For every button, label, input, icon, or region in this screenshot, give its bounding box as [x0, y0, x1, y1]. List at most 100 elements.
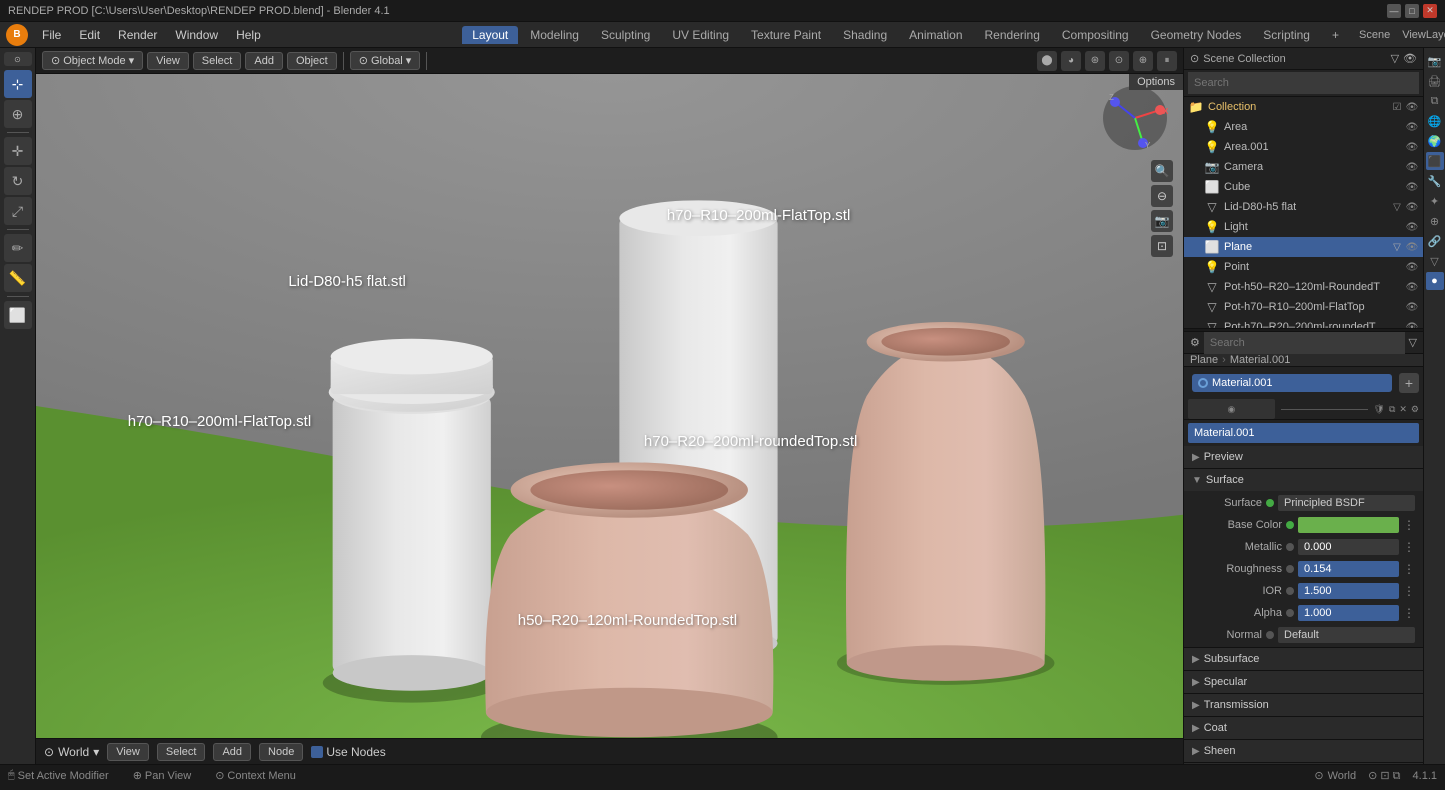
- pot-h50-eye[interactable]: 👁: [1405, 280, 1419, 294]
- viewport-object-btn[interactable]: Object: [287, 52, 337, 70]
- metallic-value[interactable]: 0.000: [1298, 539, 1399, 555]
- footer-node-btn[interactable]: Node: [259, 743, 303, 761]
- tab-compositing[interactable]: Compositing: [1052, 26, 1139, 44]
- tab-animation[interactable]: Animation: [899, 26, 972, 44]
- section-sheen-header[interactable]: ▶ Sheen: [1184, 740, 1423, 762]
- alpha-menu[interactable]: ⋮: [1403, 606, 1415, 620]
- menu-help[interactable]: Help: [228, 26, 269, 44]
- footer-view-btn[interactable]: View: [107, 743, 149, 761]
- prop-world-icon[interactable]: 🌍: [1426, 132, 1444, 150]
- measure-tool[interactable]: 📏: [4, 264, 32, 292]
- base-color-menu[interactable]: ⋮: [1403, 518, 1415, 532]
- section-coat-header[interactable]: ▶ Coat: [1184, 717, 1423, 739]
- section-surface-header[interactable]: ▼ Surface: [1184, 469, 1423, 491]
- prop-scene-icon[interactable]: 🌐: [1426, 112, 1444, 130]
- menu-edit[interactable]: Edit: [71, 26, 108, 44]
- viewport-mode-select[interactable]: ⊙ Object Mode ▾: [42, 51, 143, 70]
- minimize-button[interactable]: —: [1387, 4, 1401, 18]
- node-preview[interactable]: ◉: [1188, 399, 1275, 419]
- prop-data-icon[interactable]: ▽: [1426, 252, 1444, 270]
- prop-output-icon[interactable]: 🖨: [1426, 72, 1444, 90]
- alpha-value[interactable]: 1.000: [1298, 605, 1399, 621]
- zoom-out-btn[interactable]: ⊖: [1151, 185, 1173, 207]
- use-nodes-toggle[interactable]: Use Nodes: [311, 745, 385, 759]
- tab-uv-editing[interactable]: UV Editing: [662, 26, 739, 44]
- prop-physics-icon[interactable]: ⊕: [1426, 212, 1444, 230]
- menu-render[interactable]: Render: [110, 26, 165, 44]
- rotate-tool[interactable]: ↻: [4, 167, 32, 195]
- light-eye[interactable]: 👁: [1405, 220, 1419, 234]
- menu-window[interactable]: Window: [167, 26, 226, 44]
- vis-checkbox[interactable]: ☑: [1390, 100, 1404, 114]
- viewport-add-btn[interactable]: Add: [245, 52, 283, 70]
- properties-search-input[interactable]: [1204, 332, 1405, 354]
- outliner-item-area[interactable]: 💡 Area 👁: [1184, 117, 1423, 137]
- section-subsurface-header[interactable]: ▶ Subsurface: [1184, 648, 1423, 670]
- outliner-visibility-icon[interactable]: 👁: [1403, 52, 1417, 65]
- tab-layout[interactable]: Layout: [462, 26, 518, 44]
- lid-eye[interactable]: 👁: [1405, 200, 1419, 214]
- close-button[interactable]: ✕: [1423, 4, 1437, 18]
- tab-add[interactable]: +: [1322, 26, 1349, 44]
- outliner-item-pot-h50[interactable]: ▽ Pot-h50–R20–120ml-RoundedT 👁: [1184, 277, 1423, 297]
- cursor-tool[interactable]: ⊕: [4, 100, 32, 128]
- tab-geometry-nodes[interactable]: Geometry Nodes: [1141, 26, 1252, 44]
- node-copy-icon[interactable]: ⧉: [1389, 404, 1395, 415]
- tab-shading[interactable]: Shading: [833, 26, 897, 44]
- zoom-in-btn[interactable]: 🔍: [1151, 160, 1173, 182]
- prop-render-icon[interactable]: 📷: [1426, 52, 1444, 70]
- plane-eye[interactable]: 👁: [1405, 240, 1419, 254]
- cube-eye[interactable]: 👁: [1405, 180, 1419, 194]
- viewport-overlay[interactable]: ⊙: [1109, 51, 1129, 71]
- prop-modifier-icon[interactable]: 🔧: [1426, 172, 1444, 190]
- tab-modeling[interactable]: Modeling: [520, 26, 589, 44]
- outliner-item-point[interactable]: 💡 Point 👁: [1184, 257, 1423, 277]
- area-eye[interactable]: 👁: [1405, 120, 1419, 134]
- pot-h70-r20-eye[interactable]: 👁: [1405, 320, 1419, 328]
- node-shield-icon[interactable]: 🛡: [1374, 404, 1385, 415]
- viewport-select-btn[interactable]: Select: [193, 52, 242, 70]
- ior-value[interactable]: 1.500: [1298, 583, 1399, 599]
- viewport-world-select[interactable]: ⊙ World ▾: [44, 745, 99, 759]
- prop-object-icon[interactable]: ⬛: [1426, 152, 1444, 170]
- area001-eye[interactable]: 👁: [1405, 140, 1419, 154]
- prop-material-icon[interactable]: ●: [1426, 272, 1444, 290]
- node-close-icon[interactable]: ✕: [1399, 404, 1407, 415]
- outliner-item-camera[interactable]: 📷 Camera 👁: [1184, 157, 1423, 177]
- viewport-view-btn[interactable]: View: [147, 52, 189, 70]
- viewport-gizmo-toggle[interactable]: ⊕: [1133, 51, 1153, 71]
- lid-filter[interactable]: ▽: [1390, 200, 1404, 214]
- viewport-options-button[interactable]: Options: [1129, 74, 1183, 90]
- metallic-menu[interactable]: ⋮: [1403, 540, 1415, 554]
- camera-view-btn[interactable]: 📷: [1151, 210, 1173, 232]
- viewport-transform-select[interactable]: ⊙ Global ▾: [350, 51, 421, 70]
- pot-h70-r10-eye[interactable]: 👁: [1405, 300, 1419, 314]
- annotate-tool[interactable]: ✏: [4, 234, 32, 262]
- viewport-shading-solid[interactable]: ⬤: [1037, 51, 1057, 71]
- tab-sculpting[interactable]: Sculpting: [591, 26, 660, 44]
- section-transmission-header[interactable]: ▶ Transmission: [1184, 694, 1423, 716]
- point-eye[interactable]: 👁: [1405, 260, 1419, 274]
- outliner-item-collection[interactable]: 📁 Collection ☑ 👁: [1184, 97, 1423, 117]
- normal-value[interactable]: Default: [1278, 627, 1415, 643]
- camera-eye[interactable]: 👁: [1405, 160, 1419, 174]
- roughness-value[interactable]: 0.154: [1298, 561, 1399, 577]
- material-slot[interactable]: Material.001: [1192, 374, 1392, 392]
- viewport[interactable]: ⊙ Object Mode ▾ View Select Add Object ⊙…: [36, 48, 1183, 764]
- section-specular-header[interactable]: ▶ Specular: [1184, 671, 1423, 693]
- vis-eye[interactable]: 👁: [1405, 100, 1419, 114]
- material-name-input[interactable]: [1188, 423, 1419, 443]
- outliner-item-area001[interactable]: 💡 Area.001 👁: [1184, 137, 1423, 157]
- scale-tool[interactable]: ⤢: [4, 197, 32, 225]
- maximize-button[interactable]: □: [1405, 4, 1419, 18]
- section-preview-header[interactable]: ▶ Preview: [1184, 446, 1423, 468]
- viewport-shading-render[interactable]: ⊛: [1085, 51, 1105, 71]
- viewport-pause-btn[interactable]: ⏸: [1157, 51, 1177, 71]
- prop-view-layer-icon[interactable]: ⧉: [1426, 92, 1444, 110]
- footer-select-btn[interactable]: Select: [157, 743, 206, 761]
- menu-file[interactable]: File: [34, 26, 69, 44]
- outliner-item-plane[interactable]: ⬜ Plane ▽ 👁: [1184, 237, 1423, 257]
- node-settings-icon[interactable]: ⚙: [1411, 404, 1419, 415]
- plane-filter[interactable]: ▽: [1390, 240, 1404, 254]
- prop-particles-icon[interactable]: ✦: [1426, 192, 1444, 210]
